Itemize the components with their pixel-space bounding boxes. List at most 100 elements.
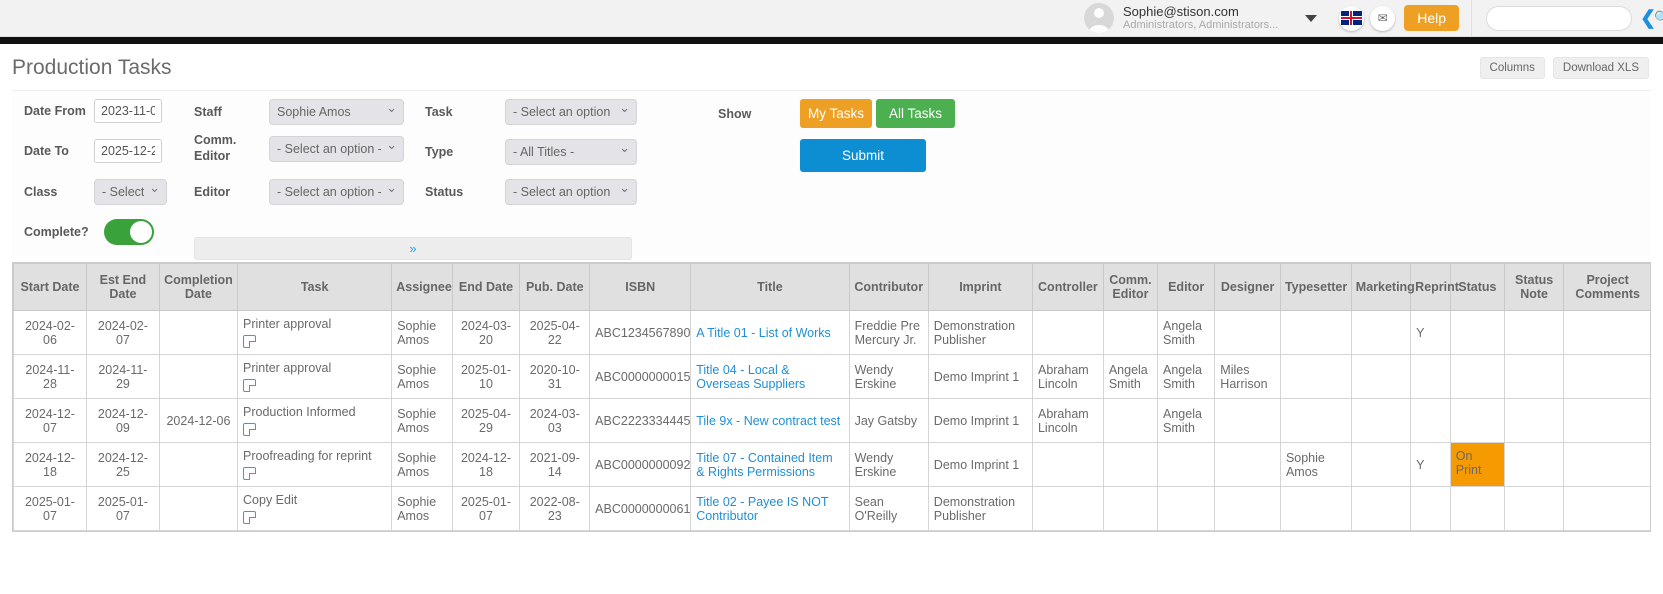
type-select[interactable]: - All Titles - [505, 139, 637, 165]
column-header-status[interactable]: Status [1449, 263, 1505, 311]
submit-button[interactable]: Submit [800, 139, 926, 172]
column-header-contributor[interactable]: Contributor [848, 263, 929, 311]
column-header-comm-editor[interactable]: Comm. Editor [1102, 263, 1159, 311]
column-header-end-date[interactable]: End Date [451, 263, 521, 311]
column-header-start-date[interactable]: Start Date [13, 263, 87, 311]
date-to-label: Date To [24, 144, 69, 158]
cell-comm-editor [1102, 310, 1159, 355]
table-row[interactable]: 2024-12-07 2024-12-09 2024-12-06 Production… [13, 398, 1650, 443]
field-staff: Staff Sophie Amos [194, 99, 404, 125]
cell-assignee: Sophie Amos [391, 354, 453, 399]
my-tasks-button[interactable]: My Tasks [800, 99, 872, 128]
status-badge: On Print [1450, 443, 1504, 486]
column-header-task[interactable]: Task [237, 263, 393, 311]
cell-status-note [1503, 442, 1565, 487]
page-title: Production Tasks [12, 56, 172, 79]
note-icon[interactable] [243, 511, 257, 524]
cell-imprint: Demonstration Publisher [927, 486, 1033, 531]
cell-task: Proofreading for reprint [237, 442, 393, 487]
table-row[interactable]: 2025-01-07 2025-01-07 Copy Edit Sophie Amos… [13, 486, 1650, 531]
cell-typesetter [1279, 354, 1352, 399]
title-link[interactable]: Tile 9x - New contract test [696, 414, 840, 428]
search-input[interactable] [1495, 10, 1655, 26]
cell-task: Printer approval [237, 354, 393, 399]
cell-pub-date: 2022-08-23 [519, 486, 591, 531]
filter-panel: Date From Date To Class - Select - Compl… [12, 90, 1651, 260]
date-to-input[interactable] [94, 139, 162, 163]
column-header-status-note[interactable]: Status Note [1503, 263, 1565, 311]
cell-task: Copy Edit [237, 486, 393, 531]
cell-contributor: Sean O'Reilly [848, 486, 929, 531]
cell-pub-date: 2021-09-14 [519, 442, 591, 487]
complete-label: Complete? [24, 225, 89, 239]
task-select[interactable]: - Select an option - [505, 99, 637, 125]
title-link[interactable]: Title 04 - Local & Overseas Suppliers [696, 363, 805, 391]
table-row[interactable]: 2024-02-06 2024-02-07 Printer approval Soph… [13, 310, 1650, 355]
expand-filters-bar[interactable]: » [194, 237, 632, 260]
editor-select[interactable]: - Select an option - [269, 179, 404, 205]
cell-end-date: 2025-04-29 [451, 398, 521, 443]
cell-isbn: ABC0000000061 [589, 486, 692, 531]
cell-project-comments [1563, 486, 1650, 531]
column-header-pub-date[interactable]: Pub. Date [519, 263, 591, 311]
language-flag-button[interactable] [1339, 5, 1365, 31]
complete-toggle[interactable] [104, 219, 154, 245]
column-header-marketing[interactable]: Marketing [1350, 263, 1415, 311]
cell-editor [1156, 442, 1216, 487]
column-header-imprint[interactable]: Imprint [927, 263, 1033, 311]
column-header-controller[interactable]: Controller [1031, 263, 1104, 311]
help-button[interactable]: Help [1404, 5, 1460, 31]
note-icon[interactable] [243, 335, 257, 348]
cell-controller: Abraham Lincoln [1031, 354, 1104, 399]
chevron-double-down-icon: » [409, 241, 417, 256]
user-avatar-icon [1084, 3, 1114, 33]
column-header-project-comments[interactable]: Project Comments [1563, 263, 1650, 311]
table-row[interactable]: 2024-11-28 2024-11-29 Printer approval Soph… [13, 354, 1650, 399]
column-header-typesetter[interactable]: Typesetter [1279, 263, 1352, 311]
column-header-designer[interactable]: Designer [1214, 263, 1281, 311]
status-select[interactable]: - Select an option - [505, 179, 637, 205]
staff-select[interactable]: Sophie Amos [269, 99, 404, 125]
cell-editor: Angela Smith [1156, 310, 1216, 355]
task-label: Copy Edit [243, 493, 298, 507]
cell-typesetter [1279, 486, 1352, 531]
table-row[interactable]: 2024-12-18 2024-12-25 Proofreading for rep… [13, 442, 1650, 487]
cell-comm-editor [1102, 486, 1159, 531]
column-header-assignee[interactable]: Assignee [391, 263, 453, 311]
note-icon[interactable] [243, 379, 257, 392]
cell-est-end-date: 2024-11-29 [85, 354, 160, 399]
chevron-down-icon[interactable] [1305, 14, 1318, 22]
note-icon[interactable] [243, 467, 257, 480]
cell-title: Tile 9x - New contract test [690, 398, 850, 443]
all-tasks-button[interactable]: All Tasks [876, 99, 955, 128]
cell-est-end-date: 2024-12-25 [85, 442, 160, 487]
note-icon[interactable] [243, 423, 257, 436]
header-actions: Columns Download XLS [1479, 57, 1649, 79]
date-from-input[interactable] [94, 99, 162, 123]
messages-button[interactable]: ✉ [1370, 5, 1396, 31]
search-box[interactable]: 🔍 [1486, 5, 1663, 31]
user-role: Administrators, Administrators... [1123, 19, 1279, 32]
class-select[interactable]: - Select - [94, 179, 167, 205]
cell-imprint: Demo Imprint 1 [927, 398, 1033, 443]
column-header-title[interactable]: Title [690, 263, 850, 311]
chevron-left-icon[interactable]: ❮ [1640, 7, 1663, 30]
column-header-editor[interactable]: Editor [1156, 263, 1216, 311]
column-header-est-end-date[interactable]: Est End Date [85, 263, 160, 311]
editor-label: Editor [194, 185, 231, 199]
columns-button[interactable]: Columns [1479, 57, 1545, 79]
download-xls-button[interactable]: Download XLS [1552, 57, 1649, 79]
title-link[interactable]: A Title 01 - List of Works [696, 326, 831, 340]
column-header-reprint[interactable]: Reprint [1410, 263, 1459, 311]
table-head: Start Date Est End Date Completion Date … [13, 263, 1650, 311]
field-task: Task - Select an option - [425, 99, 637, 125]
column-header-completion-date[interactable]: Completion Date [158, 263, 239, 311]
title-link[interactable]: Title 02 - Payee IS NOT Contributor [696, 495, 828, 523]
comm-editor-select[interactable]: - Select an option - [269, 135, 404, 162]
cell-start-date: 2024-12-07 [13, 398, 87, 443]
title-link[interactable]: Title 07 - Contained Item & Rights Permi… [696, 451, 832, 479]
cell-project-comments [1563, 398, 1650, 443]
user-menu[interactable]: Sophie@stison.com Administrators, Admini… [1084, 3, 1333, 33]
column-header-isbn[interactable]: ISBN [589, 263, 692, 311]
cell-designer [1214, 398, 1281, 443]
